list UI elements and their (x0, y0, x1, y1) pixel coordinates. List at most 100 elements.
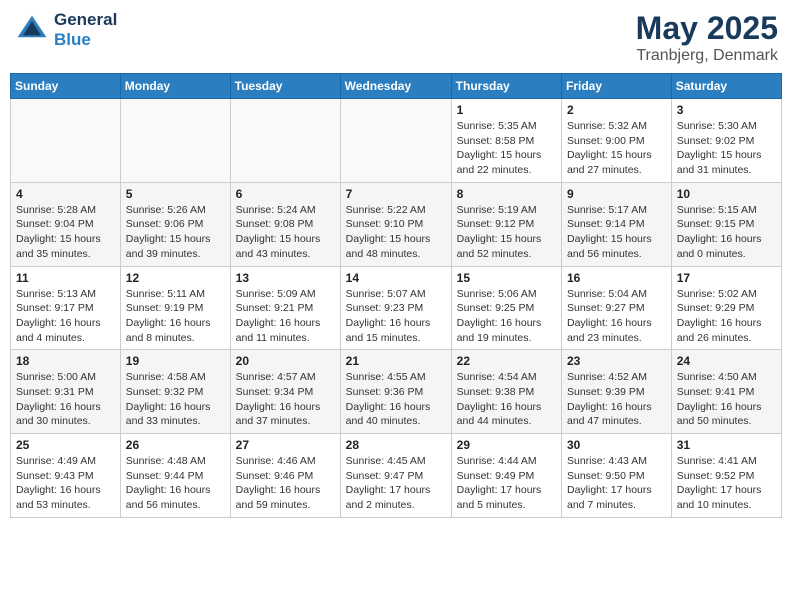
calendar-cell: 16 Sunrise: 5:04 AM Sunset: 9:27 PM Dayli… (562, 266, 672, 350)
cell-info: Sunrise: 4:57 AM Sunset: 9:34 PM Dayligh… (236, 370, 335, 429)
cell-info: Sunrise: 5:06 AM Sunset: 9:25 PM Dayligh… (457, 287, 556, 346)
cell-day-number: 4 (16, 187, 115, 201)
calendar-cell: 9Sunrise: 5:17 AM Sunset: 9:14 PM Daylig… (562, 182, 672, 266)
calendar-week-1: 1 Sunrise: 5:35 AM Sunset: 8:58 PM Daylig… (11, 99, 782, 183)
day-header-sunday: Sunday (11, 74, 121, 99)
logo-text: General Blue (54, 10, 117, 50)
day-header-monday: Monday (120, 74, 230, 99)
cell-info: Sunrise: 5:07 AM Sunset: 9:23 PM Dayligh… (346, 287, 446, 346)
cell-info: Sunrise: 5:24 AM Sunset: 9:08 PM Dayligh… (236, 203, 335, 262)
cell-info: Sunrise: 5:19 AM Sunset: 9:12 PM Dayligh… (457, 203, 556, 262)
cell-info: Sunrise: 5:22 AM Sunset: 9:10 PM Dayligh… (346, 203, 446, 262)
day-header-wednesday: Wednesday (340, 74, 451, 99)
title-block: May 2025 Tranbjerg, Denmark (636, 10, 778, 65)
calendar-cell: 1 Sunrise: 5:35 AM Sunset: 8:58 PM Daylig… (451, 99, 561, 183)
cell-info: Sunrise: 4:48 AM Sunset: 9:44 PM Dayligh… (126, 454, 225, 513)
cell-day-number: 12 (126, 271, 225, 285)
cell-day-number: 23 (567, 354, 666, 368)
day-header-saturday: Saturday (671, 74, 781, 99)
cell-day-number: 1 (457, 103, 556, 117)
logo: General Blue (14, 10, 117, 50)
cell-day-number: 16 (567, 271, 666, 285)
cell-info: Sunrise: 5:35 AM Sunset: 8:58 PM Dayligh… (457, 119, 556, 178)
calendar-cell (230, 99, 340, 183)
calendar-cell: 2 Sunrise: 5:32 AM Sunset: 9:00 PM Daylig… (562, 99, 672, 183)
logo-icon (14, 12, 50, 48)
cell-day-number: 6 (236, 187, 335, 201)
calendar-week-3: 11Sunrise: 5:13 AM Sunset: 9:17 PM Dayli… (11, 266, 782, 350)
cell-day-number: 31 (677, 438, 776, 452)
calendar-cell: 29 Sunrise: 4:44 AM Sunset: 9:49 PM Dayli… (451, 434, 561, 518)
calendar-cell: 7 Sunrise: 5:22 AM Sunset: 9:10 PM Daylig… (340, 182, 451, 266)
calendar-cell: 13 Sunrise: 5:09 AM Sunset: 9:21 PM Dayli… (230, 266, 340, 350)
cell-info: Sunrise: 4:45 AM Sunset: 9:47 PM Dayligh… (346, 454, 446, 513)
cell-day-number: 29 (457, 438, 556, 452)
cell-day-number: 24 (677, 354, 776, 368)
cell-info: Sunrise: 4:50 AM Sunset: 9:41 PM Dayligh… (677, 370, 776, 429)
calendar-cell: 5Sunrise: 5:26 AM Sunset: 9:06 PM Daylig… (120, 182, 230, 266)
calendar-cell (11, 99, 121, 183)
calendar-cell: 18Sunrise: 5:00 AM Sunset: 9:31 PM Dayli… (11, 350, 121, 434)
calendar-cell: 24 Sunrise: 4:50 AM Sunset: 9:41 PM Dayli… (671, 350, 781, 434)
cell-info: Sunrise: 5:00 AM Sunset: 9:31 PM Dayligh… (16, 370, 115, 429)
cell-info: Sunrise: 4:55 AM Sunset: 9:36 PM Dayligh… (346, 370, 446, 429)
cell-day-number: 22 (457, 354, 556, 368)
cell-info: Sunrise: 5:28 AM Sunset: 9:04 PM Dayligh… (16, 203, 115, 262)
cell-info: Sunrise: 5:17 AM Sunset: 9:14 PM Dayligh… (567, 203, 666, 262)
cell-day-number: 17 (677, 271, 776, 285)
calendar-subtitle: Tranbjerg, Denmark (636, 47, 778, 65)
cell-day-number: 26 (126, 438, 225, 452)
day-header-thursday: Thursday (451, 74, 561, 99)
cell-info: Sunrise: 4:49 AM Sunset: 9:43 PM Dayligh… (16, 454, 115, 513)
calendar-header-row: SundayMondayTuesdayWednesdayThursdayFrid… (11, 74, 782, 99)
calendar-cell: 20Sunrise: 4:57 AM Sunset: 9:34 PM Dayli… (230, 350, 340, 434)
calendar-cell: 28 Sunrise: 4:45 AM Sunset: 9:47 PM Dayli… (340, 434, 451, 518)
cell-info: Sunrise: 5:02 AM Sunset: 9:29 PM Dayligh… (677, 287, 776, 346)
cell-day-number: 28 (346, 438, 446, 452)
day-header-friday: Friday (562, 74, 672, 99)
cell-info: Sunrise: 4:54 AM Sunset: 9:38 PM Dayligh… (457, 370, 556, 429)
calendar-cell: 26 Sunrise: 4:48 AM Sunset: 9:44 PM Dayli… (120, 434, 230, 518)
cell-day-number: 8 (457, 187, 556, 201)
calendar-week-4: 18Sunrise: 5:00 AM Sunset: 9:31 PM Dayli… (11, 350, 782, 434)
cell-day-number: 21 (346, 354, 446, 368)
calendar-cell: 3 Sunrise: 5:30 AM Sunset: 9:02 PM Daylig… (671, 99, 781, 183)
calendar-cell: 12 Sunrise: 5:11 AM Sunset: 9:19 PM Dayli… (120, 266, 230, 350)
cell-day-number: 19 (126, 354, 225, 368)
calendar-cell: 19 Sunrise: 4:58 AM Sunset: 9:32 PM Dayli… (120, 350, 230, 434)
cell-info: Sunrise: 5:09 AM Sunset: 9:21 PM Dayligh… (236, 287, 335, 346)
cell-info: Sunrise: 5:04 AM Sunset: 9:27 PM Dayligh… (567, 287, 666, 346)
cell-day-number: 13 (236, 271, 335, 285)
calendar-cell: 25 Sunrise: 4:49 AM Sunset: 9:43 PM Dayli… (11, 434, 121, 518)
calendar-cell: 23 Sunrise: 4:52 AM Sunset: 9:39 PM Dayli… (562, 350, 672, 434)
cell-info: Sunrise: 4:41 AM Sunset: 9:52 PM Dayligh… (677, 454, 776, 513)
cell-info: Sunrise: 4:52 AM Sunset: 9:39 PM Dayligh… (567, 370, 666, 429)
calendar-week-5: 25 Sunrise: 4:49 AM Sunset: 9:43 PM Dayli… (11, 434, 782, 518)
cell-info: Sunrise: 4:43 AM Sunset: 9:50 PM Dayligh… (567, 454, 666, 513)
calendar-cell: 6 Sunrise: 5:24 AM Sunset: 9:08 PM Daylig… (230, 182, 340, 266)
cell-info: Sunrise: 5:30 AM Sunset: 9:02 PM Dayligh… (677, 119, 776, 178)
cell-day-number: 14 (346, 271, 446, 285)
calendar-cell (340, 99, 451, 183)
calendar-cell: 15 Sunrise: 5:06 AM Sunset: 9:25 PM Dayli… (451, 266, 561, 350)
calendar-title: May 2025 (636, 10, 778, 47)
cell-day-number: 25 (16, 438, 115, 452)
calendar-cell: 10Sunrise: 5:15 AM Sunset: 9:15 PM Dayli… (671, 182, 781, 266)
cell-day-number: 7 (346, 187, 446, 201)
calendar-cell: 14 Sunrise: 5:07 AM Sunset: 9:23 PM Dayli… (340, 266, 451, 350)
cell-day-number: 3 (677, 103, 776, 117)
cell-info: Sunrise: 5:11 AM Sunset: 9:19 PM Dayligh… (126, 287, 225, 346)
calendar-cell: 11Sunrise: 5:13 AM Sunset: 9:17 PM Dayli… (11, 266, 121, 350)
cell-day-number: 2 (567, 103, 666, 117)
cell-info: Sunrise: 4:58 AM Sunset: 9:32 PM Dayligh… (126, 370, 225, 429)
cell-day-number: 5 (126, 187, 225, 201)
calendar-cell: 31 Sunrise: 4:41 AM Sunset: 9:52 PM Dayli… (671, 434, 781, 518)
page-header: General Blue May 2025 Tranbjerg, Denmark (10, 10, 782, 65)
calendar-cell: 8 Sunrise: 5:19 AM Sunset: 9:12 PM Daylig… (451, 182, 561, 266)
calendar-table: SundayMondayTuesdayWednesdayThursdayFrid… (10, 73, 782, 518)
calendar-cell: 17 Sunrise: 5:02 AM Sunset: 9:29 PM Dayli… (671, 266, 781, 350)
cell-info: Sunrise: 5:32 AM Sunset: 9:00 PM Dayligh… (567, 119, 666, 178)
cell-info: Sunrise: 4:44 AM Sunset: 9:49 PM Dayligh… (457, 454, 556, 513)
day-header-tuesday: Tuesday (230, 74, 340, 99)
cell-day-number: 15 (457, 271, 556, 285)
